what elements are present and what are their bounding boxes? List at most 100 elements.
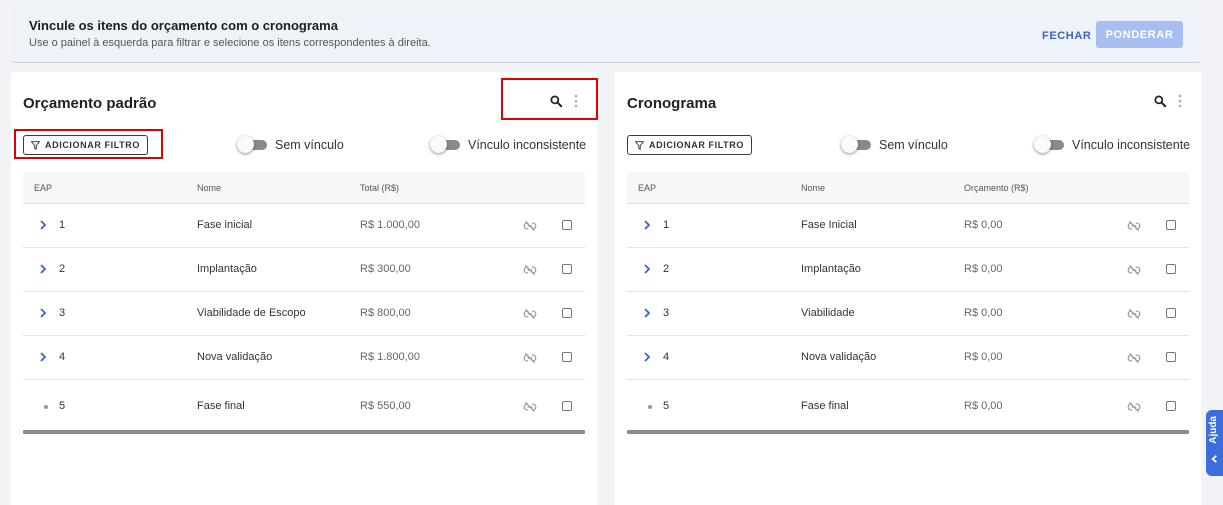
leaf-dot-icon — [44, 405, 48, 409]
row-name: Implantação — [197, 263, 257, 275]
budget-table: EAP Nome Total (R$) 1 Fase inicial R$ 1.… — [23, 172, 585, 434]
inconsistent-toggle-label: Vínculo inconsistente — [468, 138, 587, 152]
row-value: R$ 0,00 — [964, 351, 1003, 363]
link-off-icon[interactable] — [1127, 351, 1141, 365]
row-name: Fase final — [197, 400, 245, 412]
weigh-button[interactable]: PONDERAR — [1096, 21, 1183, 48]
link-off-icon[interactable] — [1127, 307, 1141, 321]
chevron-right-icon[interactable] — [642, 263, 652, 275]
instructions-banner: Vincule os itens do orçamento com o cron… — [11, 5, 1201, 63]
column-eap: EAP — [34, 183, 53, 193]
link-off-icon[interactable] — [523, 351, 537, 365]
row-eap: 3 — [59, 307, 66, 319]
row-checkbox[interactable] — [1166, 401, 1176, 411]
table-row[interactable]: 1 Fase Inicial R$ 0,00 — [627, 204, 1189, 248]
chevron-right-icon[interactable] — [38, 351, 48, 363]
chevron-right-icon[interactable] — [38, 263, 48, 275]
budget-panel-title: Orçamento padrão — [23, 95, 157, 112]
row-checkbox[interactable] — [562, 264, 572, 274]
schedule-panel: Cronograma ADICIONAR FILTRO Sem vínculo … — [615, 72, 1201, 505]
help-tab[interactable]: Ajuda — [1206, 410, 1223, 476]
horizontal-scrollbar[interactable] — [627, 430, 1189, 434]
chevron-right-icon[interactable] — [642, 307, 652, 319]
table-row[interactable]: 3 Viabilidade de Escopo R$ 800,00 — [23, 292, 585, 336]
row-checkbox[interactable] — [562, 220, 572, 230]
table-row[interactable]: 5 Fase final R$ 550,00 — [23, 380, 585, 430]
inconsistent-toggle[interactable]: Vínculo inconsistente — [1034, 135, 1190, 155]
unlinked-toggle-label: Sem vínculo — [879, 138, 948, 152]
chevron-right-icon[interactable] — [642, 219, 652, 231]
column-name: Nome — [197, 183, 222, 193]
row-eap: 4 — [663, 351, 670, 363]
table-row[interactable]: 1 Fase inicial R$ 1.000,00 — [23, 204, 585, 248]
inconsistent-switch[interactable] — [1034, 136, 1064, 153]
row-name: Nova validação — [197, 351, 273, 363]
add-filter-label: ADICIONAR FILTRO — [45, 140, 140, 150]
row-value: R$ 550,00 — [360, 400, 411, 412]
inconsistent-toggle-label: Vínculo inconsistente — [1072, 138, 1191, 152]
table-row[interactable]: 2 Implantação R$ 0,00 — [627, 248, 1189, 292]
filter-icon — [31, 140, 41, 150]
row-name: Implantação — [801, 263, 861, 275]
add-filter-button[interactable]: ADICIONAR FILTRO — [23, 135, 148, 155]
table-row[interactable]: 4 Nova validação R$ 0,00 — [627, 336, 1189, 380]
inconsistent-switch[interactable] — [430, 136, 460, 153]
horizontal-scrollbar[interactable] — [23, 430, 585, 434]
link-off-icon[interactable] — [523, 400, 537, 414]
unlinked-toggle[interactable]: Sem vínculo — [237, 135, 344, 155]
row-value: R$ 300,00 — [360, 263, 411, 275]
row-checkbox[interactable] — [1166, 264, 1176, 274]
link-off-icon[interactable] — [1127, 219, 1141, 233]
chevron-right-icon[interactable] — [38, 307, 48, 319]
inconsistent-toggle[interactable]: Vínculo inconsistente — [430, 135, 586, 155]
link-off-icon[interactable] — [1127, 263, 1141, 277]
row-name: Viabilidade — [801, 307, 855, 319]
row-checkbox[interactable] — [1166, 220, 1176, 230]
close-button[interactable]: FECHAR — [1036, 24, 1097, 48]
table-row[interactable]: 4 Nova validação R$ 1.800,00 — [23, 336, 585, 380]
chevron-right-icon[interactable] — [38, 219, 48, 231]
row-eap: 4 — [59, 351, 66, 363]
table-header: EAP Nome Orçamento (R$) — [627, 172, 1189, 204]
row-value: R$ 0,00 — [964, 400, 1003, 412]
unlinked-switch[interactable] — [237, 136, 267, 153]
help-label: Ajuda — [1208, 416, 1219, 444]
link-off-icon[interactable] — [523, 219, 537, 233]
table-row[interactable]: 2 Implantação R$ 300,00 — [23, 248, 585, 292]
more-vert-icon[interactable] — [1177, 93, 1183, 109]
table-row[interactable]: 5 Fase final R$ 0,00 — [627, 380, 1189, 430]
schedule-panel-title: Cronograma — [627, 95, 717, 112]
banner-title: Vincule os itens do orçamento com o cron… — [29, 18, 338, 33]
add-filter-label: ADICIONAR FILTRO — [649, 140, 744, 150]
row-eap: 3 — [663, 307, 670, 319]
column-total: Total (R$) — [360, 183, 400, 193]
row-checkbox[interactable] — [1166, 352, 1176, 362]
link-off-icon[interactable] — [523, 307, 537, 321]
chevron-right-icon[interactable] — [642, 351, 652, 363]
row-eap: 5 — [663, 400, 670, 412]
row-checkbox[interactable] — [562, 401, 572, 411]
unlinked-switch[interactable] — [841, 136, 871, 153]
row-checkbox[interactable] — [562, 308, 572, 318]
row-value: R$ 1.000,00 — [360, 219, 420, 231]
table-header: EAP Nome Total (R$) — [23, 172, 585, 204]
row-name: Nova validação — [801, 351, 877, 363]
row-value: R$ 0,00 — [964, 263, 1003, 275]
row-value: R$ 1.800,00 — [360, 351, 420, 363]
row-checkbox[interactable] — [1166, 308, 1176, 318]
add-filter-button[interactable]: ADICIONAR FILTRO — [627, 135, 752, 155]
row-name: Fase final — [801, 400, 849, 412]
budget-panel: Orçamento padrão ADICIONAR FILTRO Sem ví… — [11, 72, 597, 505]
row-name: Viabilidade de Escopo — [197, 307, 306, 319]
search-icon[interactable] — [549, 94, 563, 108]
table-row[interactable]: 3 Viabilidade R$ 0,00 — [627, 292, 1189, 336]
banner-subtitle: Use o painel à esquerda para filtrar e s… — [29, 37, 431, 49]
row-checkbox[interactable] — [562, 352, 572, 362]
unlinked-toggle[interactable]: Sem vínculo — [841, 135, 948, 155]
row-value: R$ 800,00 — [360, 307, 411, 319]
link-off-icon[interactable] — [523, 263, 537, 277]
search-icon[interactable] — [1153, 94, 1167, 108]
more-vert-icon[interactable] — [573, 93, 579, 109]
link-off-icon[interactable] — [1127, 400, 1141, 414]
column-eap: EAP — [638, 183, 657, 193]
